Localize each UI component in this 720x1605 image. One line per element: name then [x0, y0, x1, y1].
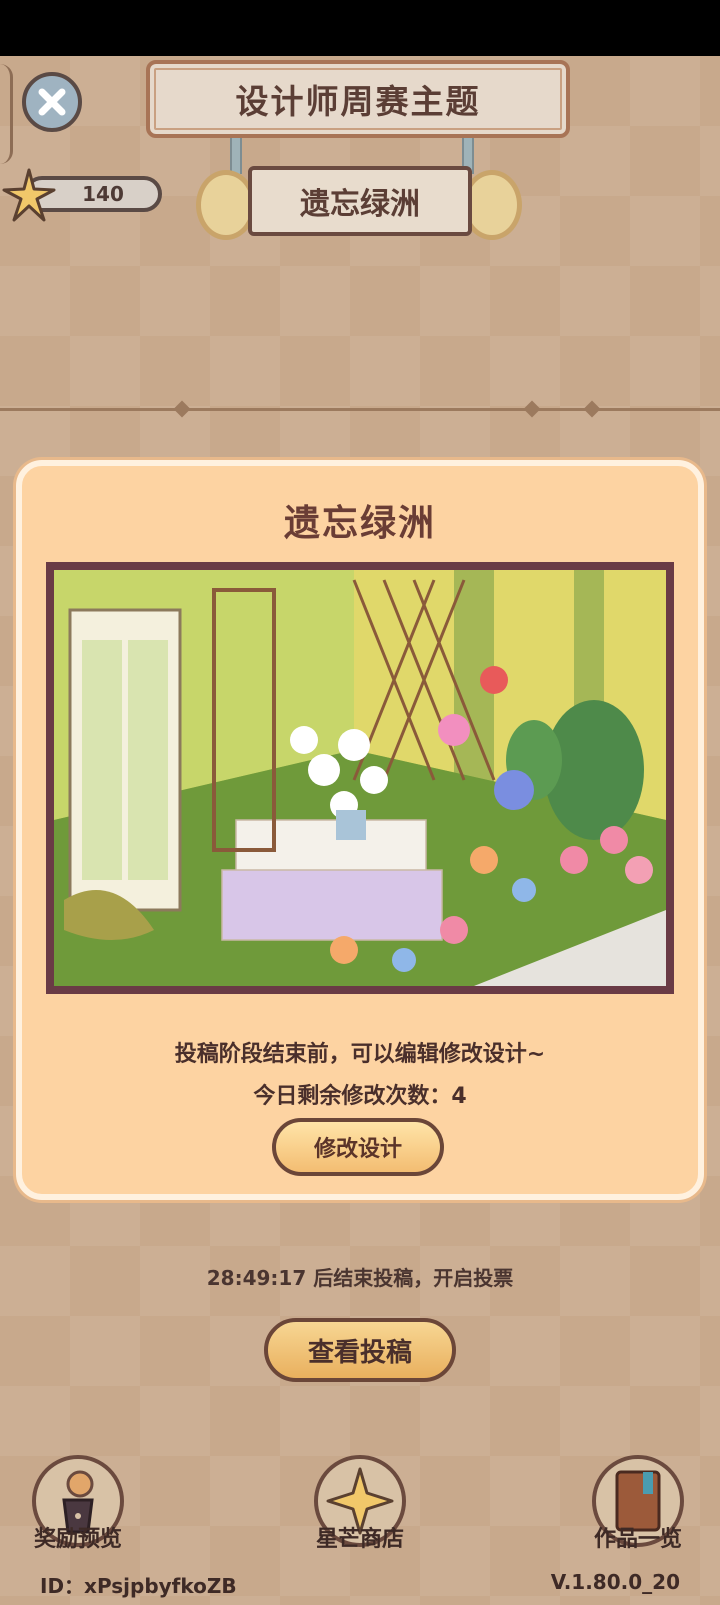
works-overview-label: 作品一览: [593, 1527, 682, 1552]
decorative-rail: [0, 408, 720, 411]
left-edge-ornament: [0, 64, 13, 164]
edit-hint-text: 投稿阶段结束前，可以编辑修改设计~: [174, 1042, 546, 1067]
reward-preview-label: 奖励预览: [33, 1527, 122, 1552]
page-title: 设计师周赛主题: [146, 60, 570, 138]
design-preview-image: [46, 562, 674, 994]
remaining-edits-text: 今日剩余修改次数：4: [253, 1084, 467, 1109]
close-icon: [38, 88, 66, 116]
reward-preview-button[interactable]: 奖励预览: [18, 1455, 138, 1553]
garden-room-illustration: [54, 570, 666, 986]
modal-title: 遗忘绿洲: [283, 503, 436, 544]
chain-ornament: [230, 138, 242, 174]
close-button[interactable]: [22, 72, 82, 132]
works-overview-button[interactable]: 作品一览: [578, 1455, 698, 1553]
status-bar: [0, 0, 720, 56]
submission-countdown: 28:49:17 后结束投稿，开启投票: [206, 1266, 514, 1290]
player-id: ID：xPsjpbyfkoZB: [40, 1574, 237, 1598]
edit-design-button[interactable]: 修改设计: [272, 1118, 444, 1176]
star-icon: [2, 168, 56, 222]
version-label: V.1.80.0_20: [550, 1570, 680, 1594]
star-count-value: 140: [82, 182, 124, 206]
theme-plaque: 遗忘绿洲: [248, 166, 472, 236]
star-shop-label: 星芒商店: [315, 1527, 404, 1552]
scroll-ornament: [196, 170, 256, 240]
view-submission-button[interactable]: 查看投稿: [264, 1318, 456, 1382]
star-shop-button[interactable]: 星芒商店: [300, 1455, 420, 1553]
theme-modal: 遗忘绿洲 投稿阶段结束前，可以编辑修改设计~ 今日剩余修改次数：4 修改设计: [16, 460, 704, 1200]
